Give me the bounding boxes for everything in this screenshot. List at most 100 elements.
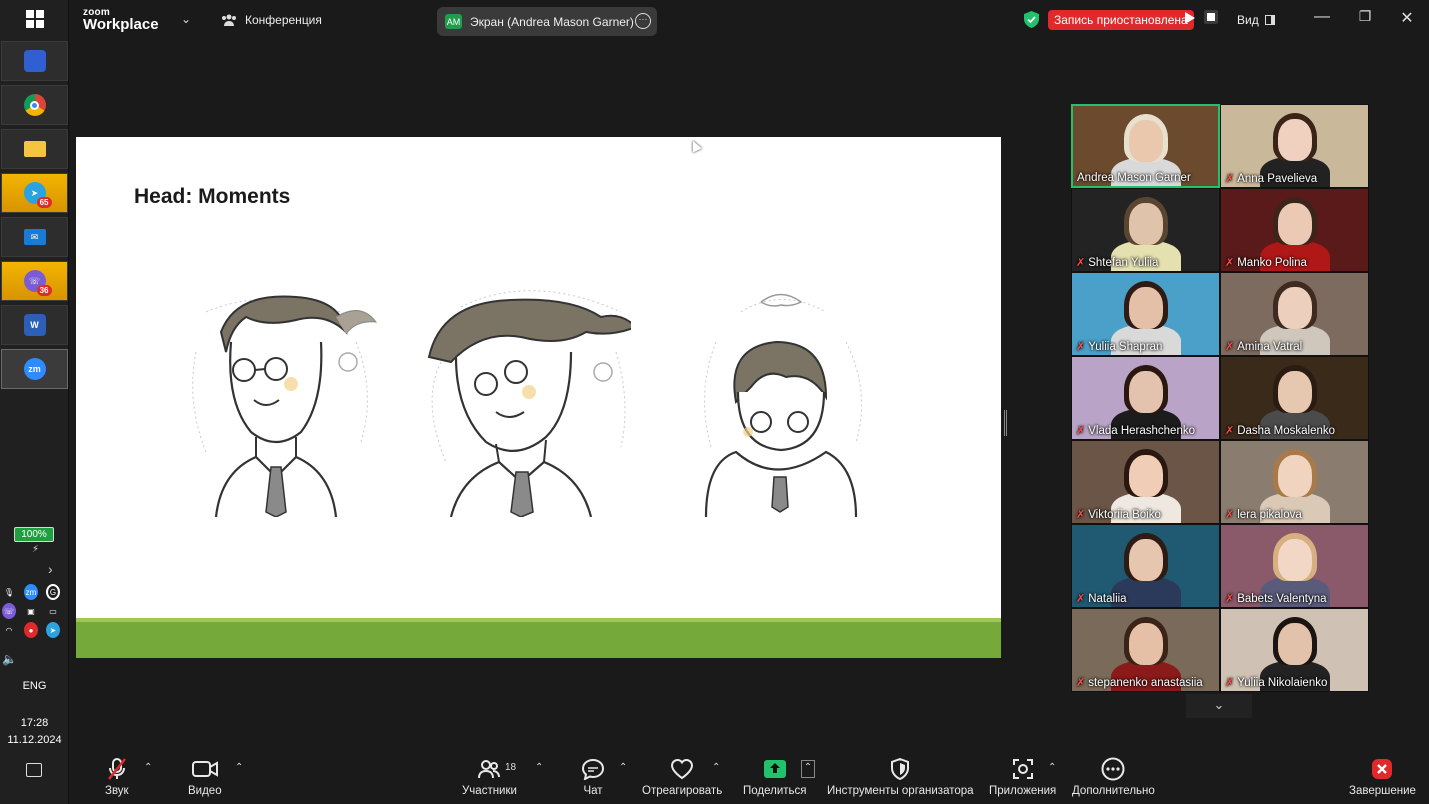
muted-mic-icon: ✗ [1076, 593, 1086, 605]
share-screen-button[interactable]: Поделиться [743, 756, 807, 797]
participant-tile[interactable]: ✗ Shtefan Yuliia [1071, 188, 1220, 272]
muted-mic-icon: ✗ [1225, 425, 1235, 437]
participant-tile[interactable]: ✗ Viktoriia Boiko [1071, 440, 1220, 524]
telegram-icon: ➤ 65 [23, 182, 52, 208]
audio-label: Звук [105, 785, 129, 797]
microphone-tray-icon[interactable]: 🎙 [2, 584, 16, 600]
participant-name-tag: ✗ lera pikalova [1225, 508, 1302, 522]
participant-tile[interactable]: ✗ lera pikalova [1220, 440, 1369, 524]
host-tools-button[interactable]: Инструменты организатора [827, 756, 974, 797]
more-dots-icon [1101, 757, 1125, 781]
shared-slide: Head: Moments [76, 137, 1001, 658]
app-tray-icon[interactable]: ● [24, 622, 38, 638]
gallery-scroll-down-icon[interactable]: ⌄ [1186, 694, 1252, 718]
participant-name-tag: Andrea Mason Garner [1077, 172, 1191, 184]
audio-button[interactable]: Звук [105, 756, 129, 797]
conference-menu[interactable]: Конференция [221, 13, 322, 27]
telegram-tray-icon[interactable]: ➤ [46, 622, 60, 638]
security-tray-icon[interactable]: ▣ [24, 603, 38, 619]
zoom-tray-icon[interactable]: zm [24, 584, 38, 600]
end-label: Завершение [1349, 785, 1416, 797]
taskbar-telegram[interactable]: ➤ 65 [1, 173, 68, 213]
apps-button[interactable]: Приложения [989, 756, 1056, 797]
telegram-badge: 65 [36, 197, 52, 208]
participant-name-tag: ✗ Viktoriia Boiko [1076, 508, 1161, 522]
participant-name: Nataliia [1088, 592, 1127, 605]
muted-mic-icon: ✗ [1225, 257, 1235, 269]
taskbar-mail[interactable]: ✉ [1, 217, 68, 257]
participant-face [1277, 119, 1312, 161]
participant-tile[interactable]: ✗ Anna Pavelieva [1220, 104, 1369, 188]
video-options-chevron-icon[interactable]: ⌃ [235, 762, 243, 773]
participant-name-tag: ✗ Manko Polina [1225, 256, 1307, 270]
apps-options-chevron-icon[interactable]: ⌃ [1048, 762, 1056, 773]
taskbar-chrome[interactable] [1, 85, 68, 125]
taskbar-viber[interactable]: ☏ 36 [1, 261, 68, 301]
view-menu[interactable]: Вид [1237, 13, 1275, 27]
restore-icon[interactable]: ❐ [1353, 8, 1377, 25]
participant-name-tag: ✗ Yuliia Nikolaienko [1225, 676, 1327, 690]
viber-tray-icon[interactable]: ☏ [2, 603, 16, 619]
panel-resize-handle[interactable] [1004, 410, 1007, 436]
more-options-icon[interactable]: ··· [635, 13, 651, 29]
resume-recording-icon[interactable] [1185, 12, 1195, 24]
apps-label: Приложения [989, 785, 1057, 797]
language-indicator[interactable]: ENG [0, 680, 69, 692]
notification-center-icon[interactable] [26, 763, 42, 777]
chat-bubble-icon [581, 758, 605, 780]
taskbar-save-app[interactable] [1, 41, 68, 81]
minimize-icon[interactable]: — [1310, 8, 1334, 26]
video-button[interactable]: Видео [188, 756, 222, 797]
participant-tile[interactable]: ✗ Dasha Moskalenko [1220, 356, 1369, 440]
participant-name-tag: ✗ Amina Vatral [1225, 340, 1302, 354]
participant-tile[interactable]: ✗ stepanenko anastasiia [1071, 608, 1220, 692]
participant-tile[interactable]: ✗ Nataliia [1071, 524, 1220, 608]
participant-face [1128, 371, 1163, 413]
share-label: Поделиться [743, 785, 807, 797]
participant-tile[interactable]: ✗ Amina Vatral [1220, 272, 1369, 356]
participant-tile[interactable]: ✗ Manko Polina [1220, 188, 1369, 272]
taskbar-file-explorer[interactable] [1, 129, 68, 169]
participant-tile[interactable]: ✗ Vlada Herashchenko [1071, 356, 1220, 440]
display-tray-icon[interactable]: ▭ [46, 603, 60, 619]
recording-status[interactable]: Запись приостановлена [1048, 10, 1194, 30]
share-options-chevron-icon[interactable]: ⌃ [801, 760, 815, 778]
react-button[interactable]: Отреагировать [642, 756, 722, 797]
participant-name: Babets Valentyna [1237, 592, 1327, 605]
participants-options-chevron-icon[interactable]: ⌃ [535, 762, 543, 773]
taskbar-word[interactable]: W [1, 305, 68, 345]
close-icon[interactable]: ✕ [1395, 8, 1419, 28]
muted-mic-icon: ✗ [1076, 425, 1086, 437]
participant-tile[interactable]: ✗ Yuliia Nikolaienko [1220, 608, 1369, 692]
view-label: Вид [1237, 13, 1259, 27]
screen-share-label: Экран (Andrea Mason Garner) [470, 14, 634, 29]
windows-start-button[interactable] [0, 0, 69, 38]
participant-tile[interactable]: ✗ Yuliia Shapran [1071, 272, 1220, 356]
participant-tile[interactable]: Andrea Mason Garner [1071, 104, 1220, 188]
chat-button[interactable]: Чат [581, 756, 605, 797]
participant-name: Yuliia Shapran [1088, 340, 1163, 353]
viber-icon: ☏ 36 [23, 270, 52, 296]
chat-options-chevron-icon[interactable]: ⌃ [619, 762, 627, 773]
participant-face [1128, 203, 1163, 245]
muted-mic-icon: ✗ [1076, 257, 1086, 269]
encryption-shield-icon[interactable] [1024, 11, 1039, 28]
end-meeting-button[interactable]: Завершение [1349, 756, 1416, 797]
wifi-tray-icon[interactable]: ◠ [2, 622, 16, 638]
taskbar-zoom[interactable]: zm [1, 349, 68, 389]
video-label: Видео [188, 785, 222, 797]
participant-face [1128, 623, 1163, 665]
tray-expand-icon[interactable]: › [48, 561, 53, 577]
volume-icon[interactable]: 🔈 [2, 652, 17, 666]
audio-options-chevron-icon[interactable]: ⌃ [144, 762, 152, 773]
slide-title: Head: Moments [134, 185, 291, 208]
screen-share-indicator[interactable]: AM Экран (Andrea Mason Garner) ··· [437, 7, 657, 36]
chevron-down-icon[interactable]: ⌄ [181, 12, 191, 26]
grammarly-tray-icon[interactable]: G [46, 584, 60, 600]
participant-tile[interactable]: ✗ Babets Valentyna [1220, 524, 1369, 608]
more-button[interactable]: Дополнительно [1072, 756, 1155, 797]
react-options-chevron-icon[interactable]: ⌃ [712, 762, 720, 773]
stop-recording-icon[interactable] [1204, 10, 1218, 24]
taskbar-clock[interactable]: 17:28 11.12.2024 [0, 715, 69, 749]
participant-name: Shtefan Yuliia [1088, 256, 1159, 269]
